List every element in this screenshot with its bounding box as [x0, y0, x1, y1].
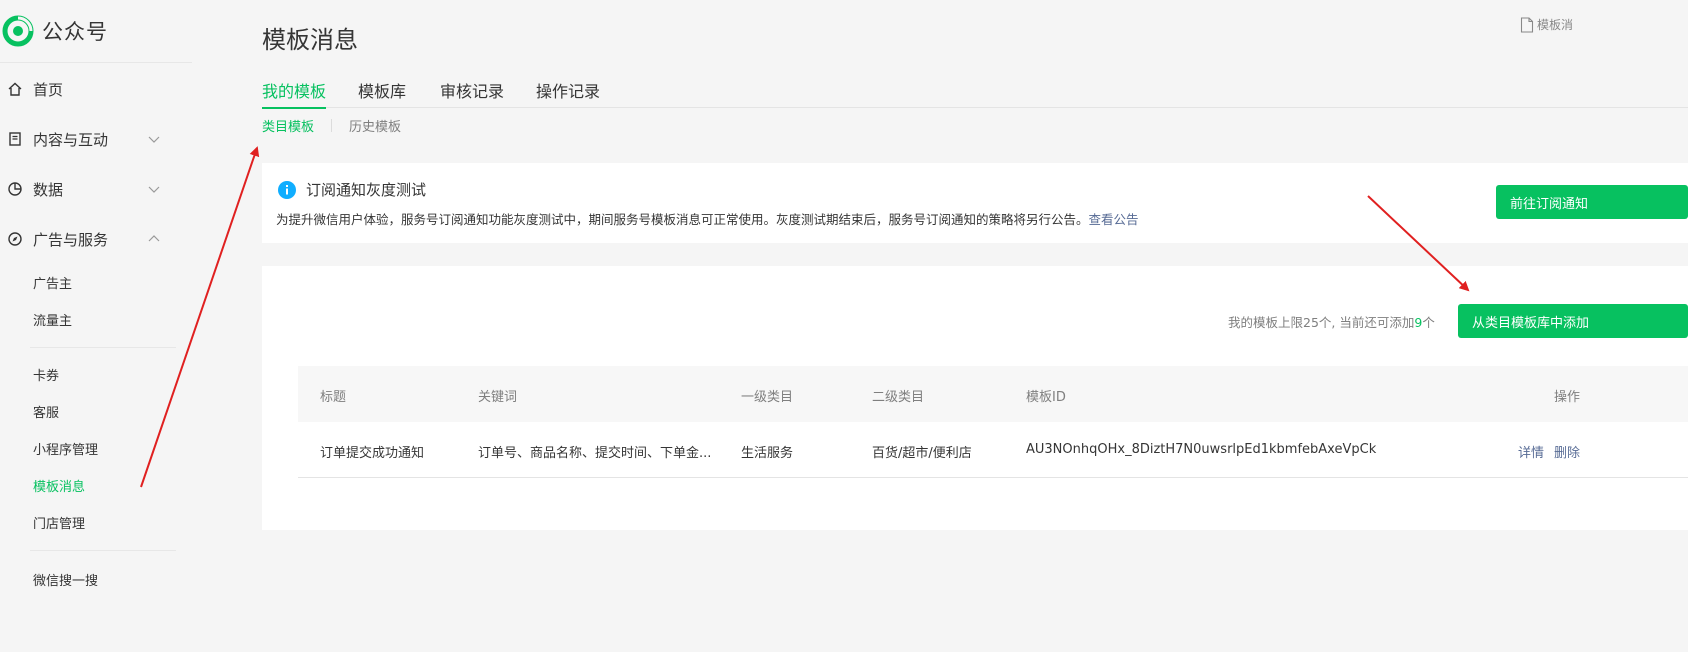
notice-description: 为提升微信用户体验，服务号订阅通知功能灰度测试中，期间服务号模板消息可正常使用。…: [276, 209, 1139, 228]
cell-title: 订单提交成功通知: [320, 446, 425, 461]
compass-icon: [7, 231, 23, 247]
sidebar: 公众号 首页 内容与互动 数据 广告与服务 广告主 流量主 卡券 客服 小程序管…: [0, 0, 192, 652]
tab-my-templates[interactable]: 我的模板: [262, 78, 327, 109]
col-keywords: 关键词: [478, 390, 518, 405]
notice-title-text: 订阅通知灰度测试: [306, 181, 427, 199]
subtab-category-templates[interactable]: 类目模板: [262, 116, 314, 135]
sidebar-item-ads-services[interactable]: 广告与服务: [0, 214, 192, 264]
cell-category-2: 百货/超市/便利店: [872, 446, 972, 461]
divider: [0, 62, 192, 63]
info-icon: [278, 180, 296, 199]
sidebar-item-stores[interactable]: 门店管理: [0, 504, 192, 541]
brand-name: 公众号: [42, 20, 108, 44]
wechat-logo-icon: [2, 15, 34, 47]
main-tabs: 我的模板 模板库 审核记录 操作记录: [262, 78, 1688, 109]
document-icon: [1520, 16, 1534, 33]
sub-tabs: 类目模板 历史模板: [262, 116, 401, 135]
col-category-2: 二级类目: [872, 390, 925, 405]
page-title: 模板消息: [262, 26, 358, 54]
divider: [30, 347, 176, 348]
template-quota: 我的模板上限25个, 当前还可添加9个: [1228, 312, 1435, 331]
sidebar-item-data[interactable]: 数据: [0, 164, 192, 214]
sidebar-subnav-services: 卡券 客服 小程序管理 模板消息 门店管理: [0, 356, 192, 551]
subscription-notice-banner: 订阅通知灰度测试 为提升微信用户体验，服务号订阅通知功能灰度测试中，期间服务号模…: [262, 163, 1688, 243]
sidebar-item-wechat-search[interactable]: 微信搜一搜: [0, 561, 192, 598]
top-right-doc-link[interactable]: 模板消: [1520, 16, 1573, 33]
tab-template-library[interactable]: 模板库: [358, 78, 406, 108]
delete-link[interactable]: 删除: [1554, 442, 1580, 461]
divider: [30, 550, 176, 551]
view-announcement-link[interactable]: 查看公告: [1089, 212, 1139, 227]
sidebar-item-publisher[interactable]: 流量主: [0, 301, 192, 338]
main-content: 模板消息 模板消 我的模板 模板库 审核记录 操作记录 类目模板 历史模板 订阅…: [262, 0, 1688, 652]
document-icon: [7, 131, 23, 147]
notice-title: 订阅通知灰度测试: [278, 179, 426, 200]
table-header: 标题 关键词 一级类目 二级类目 模板ID 操作: [298, 366, 1688, 422]
divider: [331, 118, 333, 132]
table-row: 订单提交成功通知 订单号、商品名称、提交时间、下单金... 生活服务 百货/超市…: [298, 422, 1688, 478]
go-to-subscription-button[interactable]: 前往订阅通知: [1496, 185, 1688, 219]
templates-table: 标题 关键词 一级类目 二级类目 模板ID 操作 订单提交成功通知 订单号、商品…: [298, 366, 1688, 478]
details-link[interactable]: 详情: [1518, 442, 1544, 461]
sidebar-item-customer-service[interactable]: 客服: [0, 393, 192, 430]
quota-suffix: 个: [1422, 315, 1435, 330]
sidebar-subnav-ads: 广告主 流量主: [0, 264, 192, 348]
sidebar-item-coupons[interactable]: 卡券: [0, 356, 192, 393]
chevron-down-icon[interactable]: [147, 132, 161, 146]
col-template-id: 模板ID: [1026, 390, 1066, 405]
add-from-category-library-button[interactable]: 从类目模板库中添加: [1458, 304, 1688, 338]
sidebar-item-label: 内容与互动: [33, 130, 109, 149]
sidebar-top-nav: 首页 内容与互动 数据 广告与服务: [0, 64, 192, 264]
top-right-label: 模板消: [1537, 18, 1574, 32]
subtab-history-templates[interactable]: 历史模板: [349, 116, 401, 135]
chevron-down-icon[interactable]: [147, 182, 161, 196]
quota-prefix: 我的模板上限25个, 当前还可添加: [1228, 315, 1415, 330]
sidebar-item-label: 首页: [33, 80, 64, 99]
sidebar-subnav-search: 微信搜一搜: [0, 561, 192, 598]
cell-category-1: 生活服务: [741, 446, 794, 461]
col-title: 标题: [320, 390, 347, 405]
sidebar-item-home[interactable]: 首页: [0, 64, 192, 114]
tab-operation-records[interactable]: 操作记录: [536, 78, 600, 108]
sidebar-item-advertiser[interactable]: 广告主: [0, 264, 192, 301]
tab-review-records[interactable]: 审核记录: [440, 78, 504, 108]
col-actions: 操作: [1554, 390, 1581, 405]
cell-template-id: AU3NOnhqOHx_8DiztH7N0uwsrlpEd1kbmfebAxeV…: [1026, 442, 1377, 457]
pie-chart-icon: [7, 181, 23, 197]
sidebar-item-content[interactable]: 内容与互动: [0, 114, 192, 164]
home-icon: [7, 81, 23, 97]
brand[interactable]: 公众号: [2, 14, 108, 48]
col-category-1: 一级类目: [741, 390, 794, 405]
cell-keywords: 订单号、商品名称、提交时间、下单金...: [478, 446, 712, 461]
templates-panel: 我的模板上限25个, 当前还可添加9个 从类目模板库中添加 标题 关键词 一级类…: [262, 266, 1688, 530]
sidebar-item-label: 广告与服务: [33, 230, 109, 249]
chevron-up-icon[interactable]: [147, 232, 161, 246]
sidebar-item-miniprogram[interactable]: 小程序管理: [0, 430, 192, 467]
sidebar-item-label: 数据: [33, 180, 64, 199]
notice-desc-text: 为提升微信用户体验，服务号订阅通知功能灰度测试中，期间服务号模板消息可正常使用。…: [276, 212, 1089, 227]
sidebar-item-template-messages[interactable]: 模板消息: [0, 467, 192, 504]
